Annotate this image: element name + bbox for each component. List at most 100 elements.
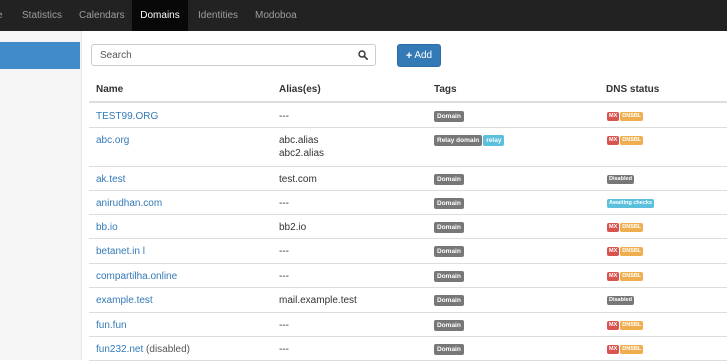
domain-name-cell: compartilha.online <box>96 270 177 283</box>
nav-item-identities[interactable]: Identities <box>198 0 238 31</box>
domain-name-link[interactable]: betanet.in l <box>96 246 145 257</box>
alias-entry: abc.alias <box>279 135 319 146</box>
aliases-cell: mail.example.test <box>279 294 357 307</box>
aliases-cell: bb2.io <box>279 221 306 234</box>
domain-name-link[interactable]: anirudhan.com <box>96 198 162 209</box>
dns-check-badge[interactable]: MX <box>607 247 620 256</box>
dns-check-badge[interactable]: DNSBL <box>620 136 644 145</box>
tag-badge: Domain <box>434 111 464 122</box>
tag-badge: Domain <box>434 174 464 185</box>
dns-check-badge[interactable]: MX <box>607 112 620 121</box>
column-header-aliases[interactable]: Alias(es) <box>279 84 321 95</box>
table-row: TEST99.ORG --- Domain MX DNSBL <box>89 103 727 128</box>
dns-check-badge[interactable]: DNSBL <box>620 112 644 121</box>
tag-badge: Domain <box>434 320 464 331</box>
dns-check-badge[interactable]: MX <box>607 136 620 145</box>
search-input[interactable] <box>100 45 350 65</box>
alias-entry: --- <box>279 320 289 331</box>
table-row: bb.io bb2.io Domain MX DNSBL <box>89 214 727 239</box>
dns-check-badge[interactable]: DNSBL <box>620 321 644 330</box>
dns-check-badge[interactable]: MX <box>607 223 620 232</box>
dns-status-cell: MX DNSBL <box>607 136 644 149</box>
search-icon[interactable] <box>358 50 368 60</box>
dns-status-cell: MX DNSBL <box>607 345 644 358</box>
domain-name-cell: ak.test <box>96 173 125 186</box>
nav-item-domains[interactable]: Domains <box>132 0 188 31</box>
aliases-cell: --- <box>279 197 289 210</box>
sidebar <box>0 31 82 360</box>
nav-item-calendars[interactable]: Calendars <box>79 0 125 31</box>
tags-cell: Domain <box>434 198 465 211</box>
tag-badge: Domain <box>434 344 464 355</box>
dns-check-badge[interactable]: MX <box>607 345 620 354</box>
dns-status-cell: MX DNSBL <box>607 272 644 285</box>
add-domain-button[interactable]: + Add <box>397 44 441 67</box>
tags-cell: Domain <box>434 174 465 187</box>
tag-badge: Domain <box>434 246 464 257</box>
tags-cell: Domain <box>434 320 465 333</box>
domain-name-link[interactable]: bb.io <box>96 222 118 233</box>
column-header-dns-status[interactable]: DNS status <box>606 84 659 95</box>
alias-entry: --- <box>279 344 289 355</box>
nav-item-modoboa[interactable]: Modoboa <box>255 0 297 31</box>
aliases-cell: test.com <box>279 173 317 186</box>
add-button-label: Add <box>414 50 433 61</box>
table-row: fun232.net (disabled) --- Domain MX DNSBL <box>89 336 727 361</box>
table-row: anirudhan.com --- Domain Awaiting checks <box>89 190 727 215</box>
aliases-cell: abc.alias abc2.alias <box>279 134 324 160</box>
alias-entry: --- <box>279 246 289 257</box>
dns-status-cell: MX DNSBL <box>607 247 644 260</box>
domain-name-cell: fun232.net (disabled) <box>96 343 190 356</box>
column-header-tags[interactable]: Tags <box>434 84 457 95</box>
table-row: ak.test test.com Domain Disabled <box>89 166 727 191</box>
alias-entry: --- <box>279 271 289 282</box>
sidebar-item-active[interactable] <box>0 42 80 69</box>
column-header-name[interactable]: Name <box>96 84 123 95</box>
domain-name-cell: TEST99.ORG <box>96 110 158 123</box>
alias-entry: bb2.io <box>279 222 307 233</box>
tag-badge: Domain <box>434 271 464 282</box>
domain-name-link[interactable]: ak.test <box>96 174 125 185</box>
domain-name-cell: betanet.in l <box>96 245 145 258</box>
domain-name-cell: bb.io <box>96 221 118 234</box>
alias-entry: --- <box>279 111 289 122</box>
tags-cell: Domain <box>434 344 465 357</box>
domain-name-link[interactable]: fun.fun <box>96 320 127 331</box>
tag-badge: Domain <box>434 198 464 209</box>
dns-status-badge: Awaiting checks <box>607 199 654 208</box>
tags-cell: Domain <box>434 222 465 235</box>
table-row: abc.org abc.alias abc2.alias Relay domain re… <box>89 127 727 167</box>
domain-name-cell: abc.org <box>96 134 129 147</box>
dns-check-badge[interactable]: MX <box>607 321 620 330</box>
tag-badge: Domain <box>434 295 464 306</box>
domain-name-link[interactable]: compartilha.online <box>96 271 177 282</box>
domain-name-cell: example.test <box>96 294 153 307</box>
domain-name-link[interactable]: example.test <box>96 295 153 306</box>
dns-check-badge[interactable]: DNSBL <box>620 272 644 281</box>
alias-entry: --- <box>279 198 289 209</box>
dns-check-badge[interactable]: MX <box>607 272 620 281</box>
dns-check-badge[interactable]: DNSBL <box>620 345 644 354</box>
nav-item-truncated[interactable]: e <box>0 0 3 31</box>
dns-status-badge: Disabled <box>607 296 634 305</box>
tag-badge: Domain <box>434 222 464 233</box>
dns-status-cell: MX DNSBL <box>607 223 644 236</box>
table-row: compartilha.online --- Domain MX DNSBL <box>89 263 727 288</box>
aliases-cell: --- <box>279 270 289 283</box>
domain-name-cell: anirudhan.com <box>96 197 162 210</box>
domain-name-link[interactable]: abc.org <box>96 135 129 146</box>
nav-item-statistics[interactable]: Statistics <box>22 0 62 31</box>
domain-name-link[interactable]: fun232.net <box>96 344 143 355</box>
dns-check-badge[interactable]: DNSBL <box>620 223 644 232</box>
dns-status-cell: MX DNSBL <box>607 112 644 125</box>
alias-entry: abc2.alias <box>279 148 325 159</box>
dns-status-badge: Disabled <box>607 175 634 184</box>
tags-cell: Domain <box>434 111 465 124</box>
tag-badge: relay <box>483 135 505 146</box>
table-row: betanet.in l --- Domain MX DNSBL <box>89 238 727 264</box>
dns-check-badge[interactable]: DNSBL <box>620 247 644 256</box>
search-field <box>91 44 376 66</box>
domain-name-link[interactable]: TEST99.ORG <box>96 111 158 122</box>
domain-disabled-note: (disabled) <box>146 344 190 355</box>
dns-status-cell: Disabled <box>607 296 635 309</box>
